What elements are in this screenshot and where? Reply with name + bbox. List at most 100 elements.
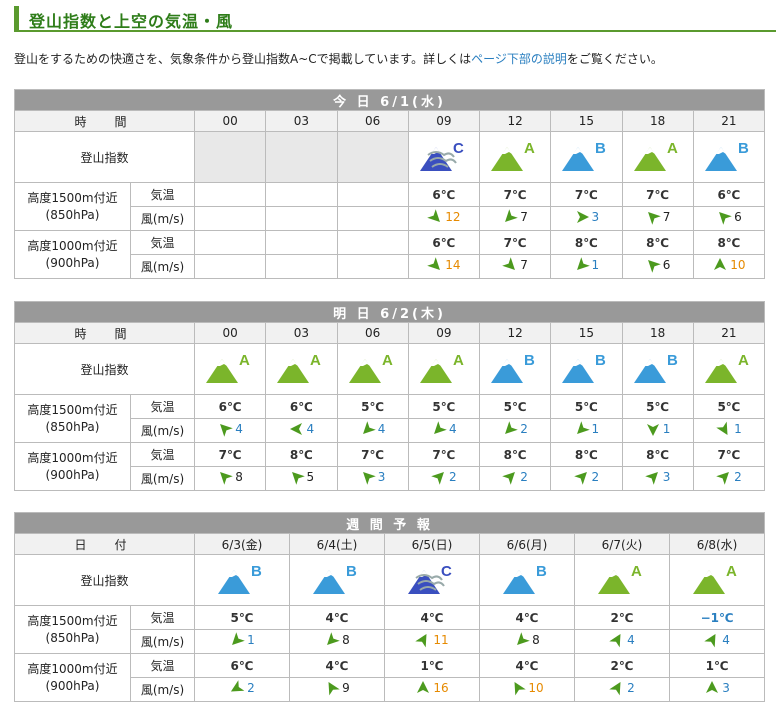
today-index-cell [265,131,338,183]
svg-text:A: A [738,352,749,369]
tomorrow-r850-wind: 4 [407,418,481,443]
tomorrow-table: 明 日 6/2(木) 時 間 00 03 06 09 12 15 18 21 登山指数 A A A A B B B… [13,301,766,491]
wind-arrow-icon [645,257,661,273]
wind-arrow-icon [229,632,245,648]
wind-arrow-icon [645,209,661,225]
today-index-cell: A [478,131,552,183]
weekly-r850-wind: 4 [574,629,670,654]
today-r900-wind: 7 [478,254,552,279]
svg-text:B: B [251,563,262,580]
wind-speed: 4 [377,422,386,436]
today-r900-temp: 7℃ [478,230,552,255]
weekly-r850-temp: −1℃ [668,605,766,630]
today-index-cell: A [621,131,694,183]
wind-label: 風(m/s) [130,206,195,231]
tomorrow-r850-wind: 1 [692,418,766,443]
mountain-a-icon: A [206,352,250,383]
altitude-hpa: (900hPa) [45,467,100,482]
wind-arrow-icon [217,469,234,485]
tomorrow-times-7: 21 [692,322,766,344]
svg-text:B: B [524,352,535,369]
tomorrow-altitude-l850: 高度1500m付近 (850hPa) [14,394,131,443]
tomorrow-r900-wind: 3 [621,466,694,491]
tomorrow-header-label: 時 間 [14,322,195,344]
today-r850-wind [265,206,338,231]
temp-label: 気温 [130,605,195,630]
wind-arrow-icon [574,421,590,437]
wind-speed: 7 [662,210,671,224]
tomorrow-index-cell: A [407,343,481,395]
today-table: 今 日 6/1(水) 時 間 00 03 06 09 12 15 18 21 登山指数 C A B A B 高度… [13,89,766,279]
wind-arrow-icon [360,469,376,485]
mountain-b-icon: B [503,563,547,594]
wind-speed: 6 [734,210,742,224]
wind-speed: 4 [627,633,635,647]
weekly-header-label: 日 付 [14,533,195,555]
wind-speed: 14 [445,258,461,272]
wind-speed: 11 [433,633,449,647]
today-r850-temp: 7℃ [550,182,623,207]
today-r900-temp [336,230,409,255]
wind-speed: 7 [520,258,528,272]
svg-text:A: A [631,563,642,580]
mountain-cloudy-icon: C [408,563,452,594]
wind-label: 風(m/s) [130,629,195,654]
today-r900-wind: 14 [407,254,481,279]
intro-before: 登山をするための快適さを、気象条件から登山指数A~Cで掲載しています。詳しくは [14,52,472,66]
weekly-r900-temp: 1℃ [384,653,480,678]
weekly-dates-2: 6/5(日) [384,533,480,555]
wind-speed: 4 [722,633,730,647]
wind-speed: 2 [247,681,255,695]
wind-arrow-icon [716,209,732,225]
wind-arrow-icon [431,469,447,485]
tomorrow-index-cell: A [265,343,338,395]
tomorrow-times-6: 18 [621,322,694,344]
weekly-r900-wind: 2 [574,677,670,702]
weekly-r900-wind: 10 [479,677,575,702]
weekly-table: 週 間 予 報日 付 6/3(金) 6/4(土) 6/5(日) 6/6(月) 6/7(火)… [13,512,766,702]
wind-speed: 7 [520,210,528,224]
today-r900-wind: 1 [550,254,623,279]
weekly-r850-temp: 5℃ [194,605,290,630]
mountain-a-icon: A [633,140,678,171]
today-index-label: 登山指数 [14,131,195,183]
svg-text:C: C [453,140,464,157]
tomorrow-r850-temp: 5℃ [692,394,766,419]
weekly-r900-temp: 2℃ [574,653,670,678]
explanation-link[interactable]: ページ下部の説明 [471,52,567,66]
mountain-a-icon: A [598,563,642,594]
mountain-b-icon: B [633,352,678,383]
intro-after: をご覧ください。 [566,52,663,66]
tomorrow-r850-wind: 4 [265,418,338,443]
wind-arrow-icon [502,469,518,485]
tomorrow-r900-wind: 2 [692,466,766,491]
altitude-name: 高度1500m付近 [27,613,118,628]
altitude-hpa: (900hPa) [45,678,100,693]
wind-arrow-icon [229,680,245,696]
weekly-r850-temp: 4℃ [289,605,385,630]
tomorrow-r850-temp: 6℃ [193,394,267,419]
svg-text:B: B [536,563,547,580]
today-altitude-l850: 高度1500m付近 (850hPa) [14,182,131,231]
svg-text:A: A [726,563,737,580]
today-r900-temp [265,230,338,255]
wind-speed: 1 [591,258,600,272]
today-r900-wind [336,254,409,279]
today-r900-wind [265,254,338,279]
today-times-6: 18 [621,110,694,132]
weekly-index-cell: B [194,554,290,606]
tomorrow-r900-wind: 2 [550,466,623,491]
intro-text: 登山をするための快適さを、気象条件から登山指数A~Cで掲載しています。詳しくはペ… [14,50,663,67]
weekly-index-cell: A [668,554,766,606]
wind-arrow-icon [502,209,519,225]
wind-arrow-icon [502,257,518,273]
today-r900-wind [193,254,267,279]
tomorrow-r850-wind: 4 [336,418,409,443]
page-title: 登山指数と上空の気温・風 [29,12,234,31]
today-r850-temp [336,182,409,207]
weekly-dates-4: 6/7(火) [574,533,670,555]
tomorrow-times-2: 06 [336,322,409,344]
altitude-hpa: (900hPa) [45,255,100,270]
wind-speed: 10 [730,258,746,272]
wind-speed: 2 [449,470,457,484]
